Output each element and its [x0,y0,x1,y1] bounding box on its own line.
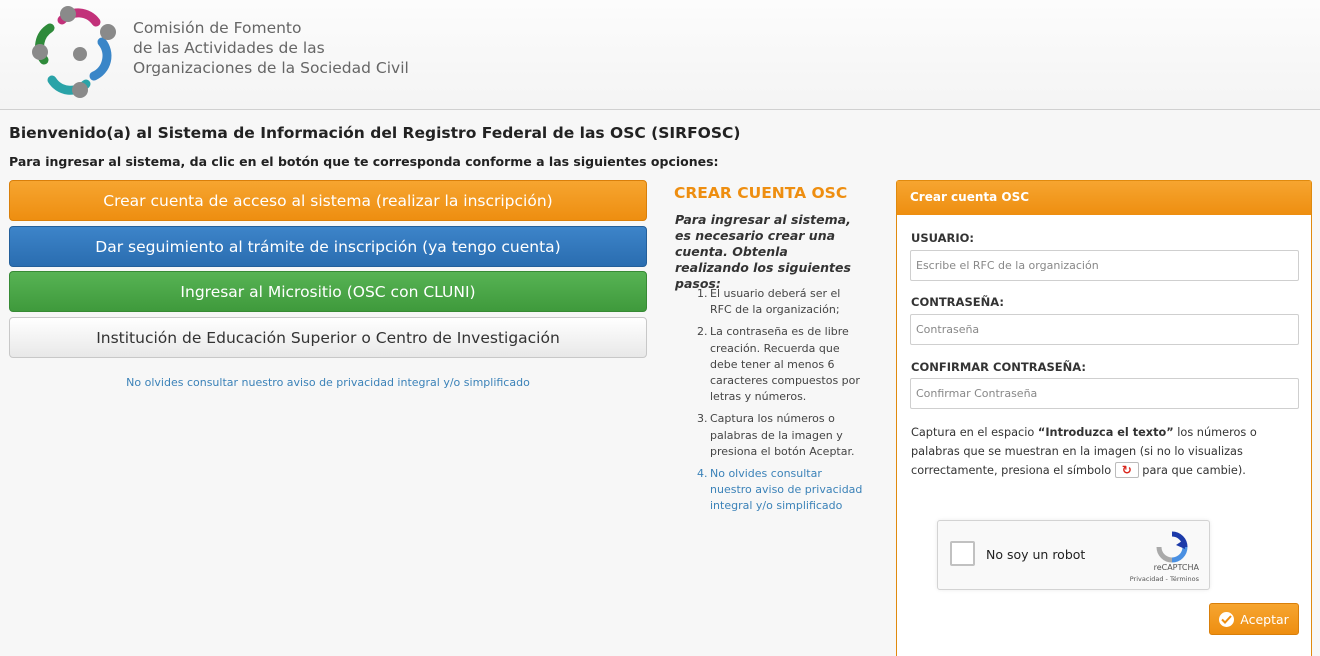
site-header: Comisión de Fomento de las Actividades d… [0,0,1320,110]
step-text: Captura los números o palabras de la ima… [710,412,855,458]
step-text: La contraseña es de libre creación. Recu… [710,325,860,404]
list-item: 2. La contraseña es de libre creación. R… [697,324,865,405]
org-name-line: Organizaciones de la Sociedad Civil [133,59,409,77]
captcha-text-bold: “Introduzca el texto” [1037,426,1174,439]
step-number: 3. [697,412,708,426]
accept-button[interactable]: Aceptar [1209,603,1299,635]
refresh-icon: ↻ [1114,462,1139,478]
recaptcha-checkbox[interactable] [950,541,975,566]
list-item: 3. Captura los números o palabras de la … [697,411,865,460]
step-number: 4. [697,467,708,481]
step-number: 2. [697,325,708,339]
page-title: Bienvenido(a) al Sistema de Información … [9,124,741,142]
captcha-instructions: Captura en el espacio “Introduzca el tex… [911,423,1303,480]
org-name: Comisión de Fomento de las Actividades d… [133,18,409,78]
recaptcha-logo-icon [1156,531,1188,563]
privacy-step-link[interactable]: 4. No olvides consultar nuestro aviso de… [697,466,865,515]
password-input[interactable] [910,314,1299,345]
confirm-password-label: CONFIRMAR CONTRASEÑA: [911,360,1086,374]
step-number: 1. [697,287,708,300]
step-text[interactable]: No olvides consultar nuestro aviso de pr… [710,467,862,512]
check-circle-icon [1219,611,1235,627]
instructions-intro-text: Para ingresar al sistema, es necesario c… [675,212,851,291]
page-subtitle: Para ingresar al sistema, da clic en el … [9,154,719,169]
list-item: 1. El usuario deberá ser el RFC de la or… [697,286,865,318]
privacy-notice-link[interactable]: No olvides consultar nuestro aviso de pr… [9,376,647,389]
create-account-button[interactable]: Crear cuenta de acceso al sistema (reali… [9,180,647,221]
panel-title: Crear cuenta OSC [897,181,1311,215]
accept-label: Aceptar [1240,611,1289,627]
usuario-input[interactable] [910,250,1299,281]
usuario-label: USUARIO: [911,231,975,245]
institution-button[interactable]: Institución de Educación Superior o Cent… [9,317,647,358]
microsite-button[interactable]: Ingresar al Micrositio (OSC con CLUNI) [9,271,647,312]
password-label: CONTRASEÑA: [911,295,1004,309]
step-text: El usuario deberá ser el RFC de la organ… [710,287,841,317]
confirm-password-input[interactable] [910,378,1299,409]
recaptcha-widget: No soy un robot reCAPTCHA Privacidad - T… [937,520,1210,590]
instructions-intro: Para ingresar al sistema, es necesario c… [675,212,865,292]
org-name-line: de las Actividades de las [133,39,325,57]
instructions-title: CREAR CUENTA OSC [674,184,848,202]
recaptcha-brand: reCAPTCHA [1153,563,1199,572]
cfosc-logo-icon [32,6,116,98]
create-account-panel: Crear cuenta OSC USUARIO: CONTRASEÑA: CO… [896,180,1312,656]
org-name-line: Comisión de Fomento [133,19,302,37]
captcha-text-prefix: Captura en el espacio [911,426,1038,439]
captcha-text-suffix: para que cambie). [1138,464,1246,477]
instructions-steps: 1. El usuario deberá ser el RFC de la or… [697,286,865,521]
follow-up-button[interactable]: Dar seguimiento al trámite de inscripció… [9,226,647,267]
recaptcha-terms-link[interactable]: Privacidad - Términos [1130,575,1199,583]
recaptcha-label: No soy un robot [986,547,1086,562]
